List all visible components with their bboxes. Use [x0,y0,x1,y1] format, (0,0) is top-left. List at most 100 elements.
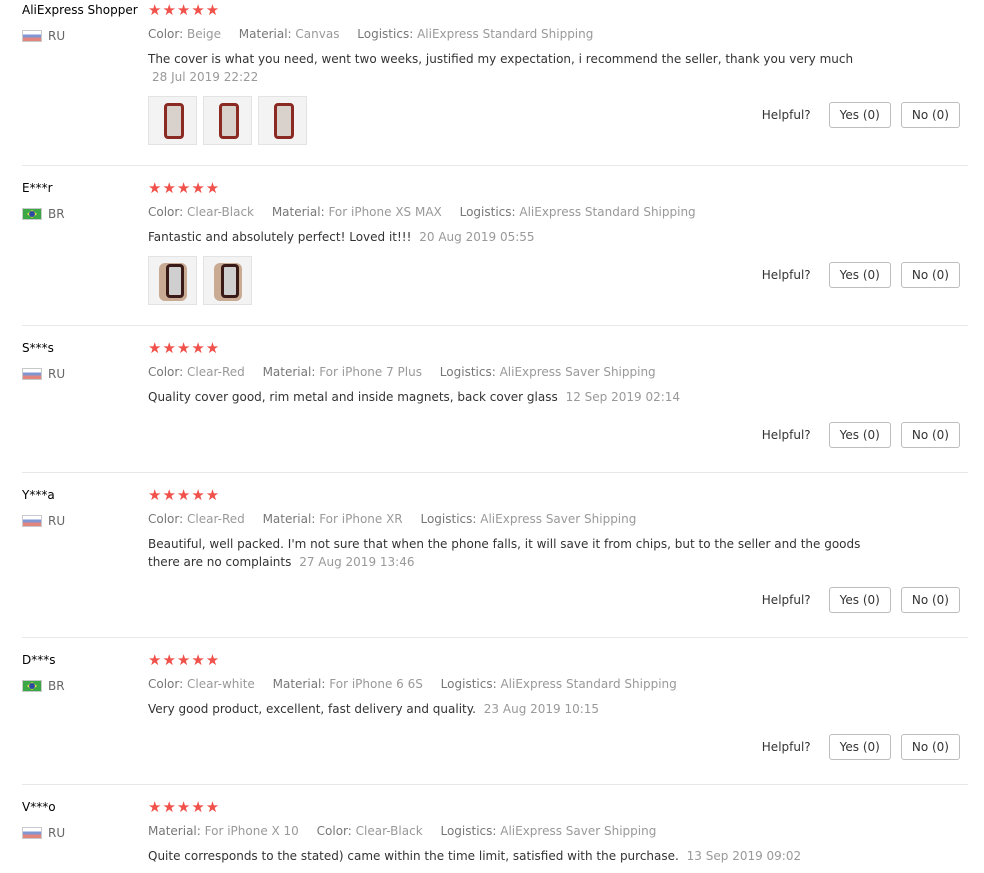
reviewer-info: V***o RU [22,799,147,841]
star-rating: ★★★★★ [148,179,221,197]
russia-flag-icon [22,515,42,527]
helpful-no-button[interactable]: No (0) [900,587,960,613]
review-content: ★★★★★ Color: Clear-white Material: For i… [148,652,968,718]
country-code: RU [48,826,66,840]
helpful-yes-button[interactable]: Yes (0) [828,422,891,448]
helpful-yes-button[interactable]: Yes (0) [828,734,891,760]
material-label: Material: [271,205,325,219]
reviewer-name: E***r [22,181,53,195]
reviewer-name: AliExpress Shopper [22,3,138,17]
review-content: ★★★★★ Color: Beige Material: Canvas Logi… [148,2,968,145]
review-text: Very good product, excellent, fast deliv… [148,702,476,716]
logistics-label: Logistics: [439,365,496,379]
reviewer-country: RU [22,513,147,529]
reviewer-name: Y***a [22,488,55,502]
order-attributes: Color: Clear-white Material: For iPhone … [148,676,968,692]
helpful-no-button[interactable]: No (0) [900,102,960,128]
review-photos [148,256,258,305]
review-text: Fantastic and absolutely perfect! Loved … [148,230,412,244]
reviewer-country: RU [22,825,147,841]
logistics-label: Logistics: [440,824,497,838]
review-date: 13 Sep 2019 09:02 [686,849,802,863]
reviewer-country: BR [22,678,147,694]
material-label: Material: [262,512,316,526]
helpful-yes-button[interactable]: Yes (0) [828,262,891,288]
helpful-label: Helpful? [761,108,811,122]
helpful-label: Helpful? [761,740,811,754]
helpful-yes-button[interactable]: Yes (0) [828,587,891,613]
review-content: ★★★★★ Material: For iPhone X 10 Color: C… [148,799,968,865]
logistics-value: AliExpress Standard Shipping [417,27,594,41]
country-code: RU [48,29,66,43]
order-attributes: Color: Clear-Black Material: For iPhone … [148,204,968,220]
review-content: ★★★★★ Color: Clear-Red Material: For iPh… [148,340,968,406]
brazil-flag-icon [22,680,42,692]
reviewer-name: D***s [22,653,56,667]
helpful-label: Helpful? [761,593,811,607]
helpful-no-button[interactable]: No (0) [900,262,960,288]
review-photo-thumbnail[interactable] [148,96,197,145]
color-value: Clear-Red [187,365,245,379]
reviewer-country: BR [22,206,147,222]
star-rating: ★★★★★ [148,339,221,357]
russia-flag-icon [22,827,42,839]
review-date: 23 Aug 2019 10:15 [483,702,600,716]
helpful-label: Helpful? [761,268,811,282]
helpful-yes-button[interactable]: Yes (0) [828,102,891,128]
review-photo-thumbnail[interactable] [258,96,307,145]
country-code: RU [48,367,66,381]
review-text-line: Quality cover good, rim metal and inside… [148,388,868,406]
logistics-label: Logistics: [357,27,414,41]
color-value: Beige [187,27,221,41]
material-label: Material: [148,824,201,838]
logistics-value: AliExpress Standard Shipping [500,677,677,691]
star-rating: ★★★★★ [148,798,221,816]
review-item: AliExpress Shopper RU ★★★★★ Color: Beige… [22,2,968,166]
review-content: ★★★★★ Color: Clear-Black Material: For i… [148,179,968,305]
helpful-vote: Helpful? Yes (0) No (0) [762,734,960,760]
review-item: D***s BR ★★★★★ Color: Clear-white Materi… [22,652,968,785]
russia-flag-icon [22,368,42,380]
helpful-label: Helpful? [761,428,811,442]
country-code: BR [48,679,65,693]
color-label: Color: [316,824,352,838]
review-text-line: Fantastic and absolutely perfect! Loved … [148,228,868,246]
material-value: For iPhone XS MAX [328,205,442,219]
star-rating: ★★★★★ [148,486,221,504]
color-value: Clear-Red [187,512,245,526]
helpful-vote: Helpful? Yes (0) No (0) [762,587,960,613]
helpful-no-button[interactable]: No (0) [900,422,960,448]
review-item: E***r BR ★★★★★ Color: Clear-Black Materi… [22,180,968,326]
brazil-flag-icon [22,208,42,220]
material-value: For iPhone 6 6S [329,677,423,691]
review-photo-thumbnail[interactable] [203,256,252,305]
review-text: Beautiful, well packed. I'm not sure tha… [148,537,861,569]
material-value: For iPhone XR [319,512,403,526]
review-text: Quite corresponds to the stated) came wi… [148,849,679,863]
review-text-line: Beautiful, well packed. I'm not sure tha… [148,535,868,571]
order-attributes: Color: Beige Material: Canvas Logistics:… [148,26,968,42]
reviewer-info: E***r BR [22,180,147,222]
reviewer-info: D***s BR [22,652,147,694]
review-photo-thumbnail[interactable] [148,256,197,305]
color-label: Color: [148,365,184,379]
reviewer-info: S***s RU [22,340,147,382]
reviewer-name: V***o [22,800,56,814]
reviewer-info: Y***a RU [22,487,147,529]
order-attributes: Color: Clear-Red Material: For iPhone 7 … [148,364,968,380]
review-text: The cover is what you need, went two wee… [148,52,854,66]
order-attributes: Material: For iPhone X 10 Color: Clear-B… [148,823,968,839]
review-date: 28 Jul 2019 22:22 [152,70,259,84]
country-code: BR [48,207,65,221]
material-label: Material: [272,677,326,691]
logistics-label: Logistics: [420,512,477,526]
color-value: Clear-Black [355,824,423,838]
color-label: Color: [148,27,184,41]
material-value: Canvas [295,27,340,41]
review-photo-thumbnail[interactable] [203,96,252,145]
review-date: 20 Aug 2019 05:55 [419,230,535,244]
helpful-no-button[interactable]: No (0) [900,734,960,760]
color-label: Color: [148,677,184,691]
reviewer-name: S***s [22,341,54,355]
logistics-value: AliExpress Saver Shipping [499,365,656,379]
